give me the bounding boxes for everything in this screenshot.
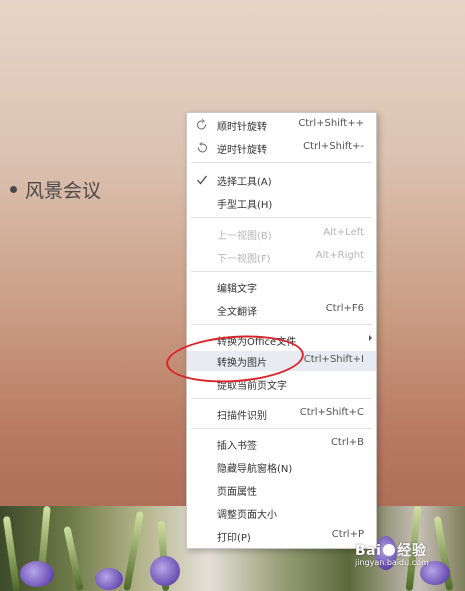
menu-item-shortcut: Alt+Right — [315, 250, 364, 261]
baidu-paw-icon — [383, 544, 396, 556]
bullet-dot-icon — [10, 186, 17, 193]
menu-item-label: 全文翻译 — [217, 307, 257, 318]
menu-item-shortcut: Ctrl+Shift+- — [303, 141, 364, 152]
menu-item-label: 隐藏导航窗格(N) — [217, 464, 293, 475]
menu-item-scan-recognition[interactable]: 扫描件识别 Ctrl+Shift+C — [187, 404, 376, 424]
menu-item-label: 打印(P) — [217, 533, 251, 544]
menu-item-shortcut: Ctrl+Shift+C — [299, 407, 364, 418]
menu-item-shortcut: Ctrl+P — [331, 529, 364, 540]
menu-item-label: 编辑文字 — [217, 284, 257, 295]
submenu-arrow-icon — [369, 335, 372, 341]
checkmark-icon — [195, 173, 209, 187]
menu-item-resize-page[interactable]: 调整页面大小 — [187, 503, 376, 523]
menu-item-translate-all[interactable]: 全文翻译 Ctrl+F6 — [187, 300, 376, 320]
menu-item-print[interactable]: 打印(P) Ctrl+P — [187, 526, 376, 546]
menu-separator — [191, 428, 372, 429]
menu-item-label: 扫描件识别 — [217, 411, 267, 422]
watermark-brand-left: Bai — [355, 543, 382, 559]
menu-item-rotate-counterclockwise[interactable]: 逆时针旋转 Ctrl+Shift+- — [187, 138, 376, 158]
menu-item-insert-bookmark[interactable]: 插入书签 Ctrl+B — [187, 434, 376, 454]
menu-item-shortcut: Ctrl+Shift+I — [303, 354, 364, 365]
menu-item-label: 调整页面大小 — [217, 510, 277, 521]
menu-item-select-tool[interactable]: 选择工具(A) — [187, 170, 376, 190]
menu-item-hand-tool[interactable]: 手型工具(H) — [187, 193, 376, 213]
menu-item-label: 手型工具(H) — [217, 200, 273, 211]
menu-item-label: 选择工具(A) — [217, 177, 272, 188]
menu-item-label: 逆时针旋转 — [217, 145, 267, 156]
baidu-watermark: Bai 经验 jingyan.baidu.com — [355, 540, 429, 567]
menu-item-label: 上一视图(B) — [217, 231, 272, 242]
menu-item-next-view: 下一视图(F) Alt+Right — [187, 247, 376, 267]
menu-separator — [191, 162, 372, 163]
menu-separator — [191, 271, 372, 272]
menu-item-hide-nav-pane[interactable]: 隐藏导航窗格(N) — [187, 457, 376, 477]
menu-separator — [191, 398, 372, 399]
menu-item-edit-text[interactable]: 编辑文字 — [187, 277, 376, 297]
watermark-url: jingyan.baidu.com — [355, 558, 429, 567]
menu-item-label: 顺时针旋转 — [217, 122, 267, 133]
context-menu: 顺时针旋转 Ctrl+Shift++ 逆时针旋转 Ctrl+Shift+- 选择… — [186, 112, 377, 549]
menu-separator — [191, 324, 372, 325]
menu-item-shortcut: Ctrl+F6 — [325, 303, 364, 314]
rotate-clockwise-icon — [195, 118, 209, 132]
rotate-counterclockwise-icon — [195, 141, 209, 155]
watermark-brand-right: 经验 — [397, 543, 427, 559]
menu-item-previous-view: 上一视图(B) Alt+Left — [187, 224, 376, 244]
menu-item-shortcut: Alt+Left — [323, 227, 364, 238]
menu-item-rotate-clockwise[interactable]: 顺时针旋转 Ctrl+Shift++ — [187, 115, 376, 135]
slide-bullet-text: 风景会议 — [25, 180, 102, 202]
menu-separator — [191, 217, 372, 218]
menu-item-shortcut: Ctrl+B — [330, 437, 364, 448]
menu-item-page-properties[interactable]: 页面属性 — [187, 480, 376, 500]
menu-item-label: 下一视图(F) — [217, 254, 271, 265]
menu-item-label: 页面属性 — [217, 487, 257, 498]
slide-bullet-item: 风景会议 — [10, 176, 101, 203]
menu-item-shortcut: Ctrl+Shift++ — [298, 118, 364, 129]
menu-item-label: 插入书签 — [217, 441, 257, 452]
